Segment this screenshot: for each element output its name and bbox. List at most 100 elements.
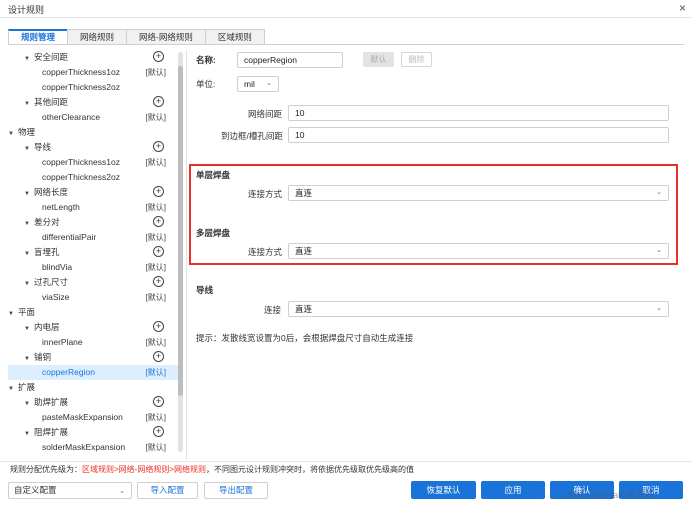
tree-node-label: 内电层 [34, 322, 60, 332]
default-tag: [默认] [145, 368, 166, 377]
close-icon[interactable]: × [679, 1, 686, 15]
tree-node[interactable]: differentialPair [默认] [8, 230, 178, 245]
add-rule-icon[interactable]: + [153, 351, 164, 362]
tree-node-content: differentialPair [42, 230, 96, 245]
tree-node-label: 阻焊扩展 [34, 427, 69, 437]
tab-divider [8, 44, 684, 45]
tree-node[interactable]: innerPlane [默认] [8, 335, 178, 350]
track-conn-label: 连接 [264, 305, 282, 315]
tree-node[interactable]: ▼ 铺铜 + [8, 350, 178, 365]
tree-node-content: solderMaskExpansion [42, 440, 125, 455]
tab-region-rules[interactable]: 区域规则 [204, 29, 265, 45]
tree-node[interactable]: ▼ 阻焊扩展 + [8, 425, 178, 440]
tree-node[interactable]: ▼ 物理 [8, 125, 178, 140]
tree-node-label: 过孔尺寸 [34, 277, 69, 287]
tab-net-rules[interactable]: 网络规则 [67, 29, 128, 45]
add-rule-icon[interactable]: + [153, 186, 164, 197]
tree-node[interactable]: ▼ 差分对 + [8, 215, 178, 230]
chevron-down-icon: ⌄ [656, 247, 662, 254]
tree-node-label: solderMaskExpansion [42, 442, 126, 452]
chevron-down-icon: ⌄ [656, 189, 662, 196]
tree-node[interactable]: viaSize [默认] [8, 290, 178, 305]
add-rule-icon[interactable]: + [153, 321, 164, 332]
tree-node-label: 差分对 [34, 217, 60, 227]
tree-node[interactable]: copperThickness2oz [8, 170, 178, 185]
tree-node[interactable]: copperThickness1oz [默认] [8, 65, 178, 80]
tree-node-content: copperThickness1oz [42, 65, 120, 80]
tab-net-net-rules[interactable]: 网络-网络规则 [126, 29, 206, 45]
tree-node[interactable]: ▼ 内电层 + [8, 320, 178, 335]
add-rule-icon[interactable]: + [153, 96, 164, 107]
config-value: 自定义配置 [14, 485, 57, 495]
board-spacing-input[interactable]: 10 [288, 127, 669, 143]
tree-scrollbar-thumb[interactable] [178, 66, 183, 396]
apply-button[interactable]: 应用 [481, 481, 545, 499]
add-rule-icon[interactable]: + [153, 216, 164, 227]
tree-node[interactable]: blindVia [默认] [8, 260, 178, 275]
unit-label: 单位: [196, 79, 216, 89]
net-spacing-input[interactable]: 10 [288, 105, 669, 121]
unit-value: mil [244, 79, 255, 89]
delete-button[interactable]: 删除 [401, 52, 432, 67]
tree-node-label: copperThickness1oz [42, 157, 120, 167]
tree-node-label: 盲埋孔 [34, 247, 60, 257]
chevron-down-icon: ⌄ [266, 80, 272, 87]
add-rule-icon[interactable]: + [153, 396, 164, 407]
default-tag: [默认] [145, 413, 166, 422]
track-conn-value: 直连 [295, 304, 313, 314]
unit-select[interactable]: mil ⌄ [237, 76, 279, 92]
tree-node[interactable]: ▼ 安全间距 + [8, 50, 178, 65]
tree-node[interactable]: ▼ 平面 [8, 305, 178, 320]
tree-node[interactable]: ▼ 过孔尺寸 + [8, 275, 178, 290]
import-config-button[interactable]: 导入配置 [137, 482, 198, 499]
tree-node-label: otherClearance [42, 112, 101, 122]
tree-node[interactable]: copperRegion [默认] [8, 365, 178, 380]
tree-node[interactable]: ▼ 网络长度 + [8, 185, 178, 200]
priority-order: 区域规则>网络-网络规则>网络规则 [82, 465, 207, 474]
tree-node[interactable]: solderMaskExpansion [默认] [8, 440, 178, 455]
restore-default-button[interactable]: 恢复默认 [411, 481, 476, 499]
tree-node-label: copperThickness2oz [42, 82, 120, 92]
add-rule-icon[interactable]: + [153, 246, 164, 257]
board-spacing-label: 到边框/槽孔间距 [221, 131, 283, 141]
track-conn-select[interactable]: 直连 ⌄ [288, 301, 669, 317]
tree-node-label: 网络长度 [34, 187, 69, 197]
multi-conn-value: 直连 [295, 246, 313, 256]
tree-node[interactable]: ▼ 其他间距 + [8, 95, 178, 110]
tree-node-content: viaSize [42, 290, 69, 305]
tree-node-label: netLength [42, 202, 80, 212]
tree-node[interactable]: copperThickness1oz [默认] [8, 155, 178, 170]
tree-node[interactable]: ▼ 导线 + [8, 140, 178, 155]
tree-node-label: pasteMaskExpansion [42, 412, 123, 422]
tree-node[interactable]: ▼ 助焊扩展 + [8, 395, 178, 410]
add-rule-icon[interactable]: + [153, 426, 164, 437]
tree-node[interactable]: pasteMaskExpansion [默认] [8, 410, 178, 425]
tree-node-label: 扩展 [18, 382, 36, 392]
tree-node-label: viaSize [42, 292, 70, 302]
tree-node[interactable]: ▼ 扩展 [8, 380, 178, 395]
panel-divider [186, 50, 187, 460]
config-select[interactable]: 自定义配置 ⌄ [8, 482, 132, 499]
priority-note: 规则分配优先级为：区域规则>网络-网络规则>网络规则，不同图元设计规则冲突时，将… [10, 464, 414, 475]
tree-node[interactable]: ▼ 盲埋孔 + [8, 245, 178, 260]
multi-pad-heading: 多层焊盘 [196, 228, 231, 238]
name-input[interactable]: copperRegion [237, 52, 343, 68]
tree-node[interactable]: netLength [默认] [8, 200, 178, 215]
multi-conn-select[interactable]: 直连 ⌄ [288, 243, 669, 259]
single-pad-heading: 单层焊盘 [196, 170, 231, 180]
add-rule-icon[interactable]: + [153, 276, 164, 287]
tree-node-label: 助焊扩展 [34, 397, 69, 407]
add-rule-icon[interactable]: + [153, 141, 164, 152]
tree-node[interactable]: otherClearance [默认] [8, 110, 178, 125]
single-conn-select[interactable]: 直连 ⌄ [288, 185, 669, 201]
tree-node-content: blindVia [42, 260, 72, 275]
tree-node-label: 铺铜 [34, 352, 52, 362]
tree-node-label: copperThickness2oz [42, 172, 120, 182]
multi-conn-label: 连接方式 [248, 247, 283, 257]
add-rule-icon[interactable]: + [153, 51, 164, 62]
default-button[interactable]: 默认 [363, 52, 394, 67]
tree-node[interactable]: copperThickness2oz [8, 80, 178, 95]
export-config-button[interactable]: 导出配置 [204, 482, 268, 499]
tab-rule-management[interactable]: 规则管理 [8, 29, 69, 45]
tree-node-content: copperThickness2oz [42, 170, 120, 185]
